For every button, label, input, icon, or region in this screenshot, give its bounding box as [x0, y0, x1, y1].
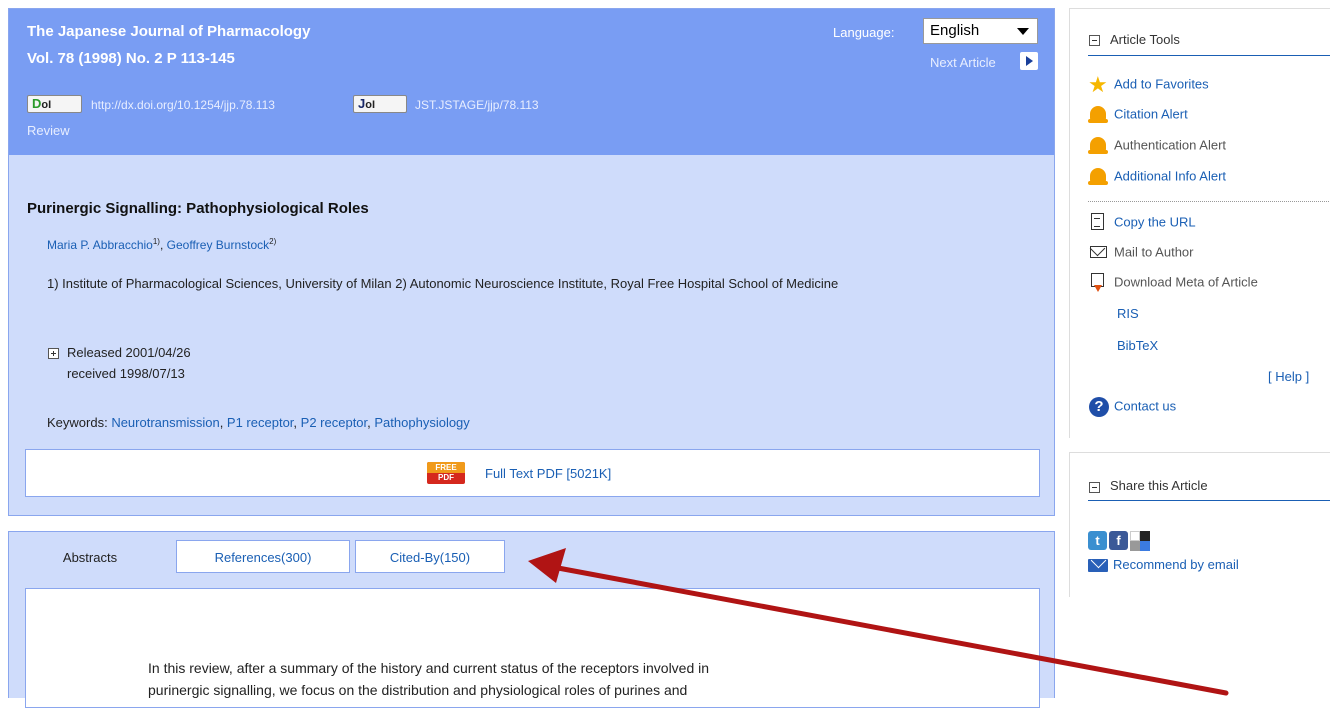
citation-alert-link[interactable]: Citation Alert: [1088, 105, 1188, 125]
collapse-minus-icon[interactable]: [1089, 482, 1100, 493]
facebook-icon[interactable]: f: [1109, 531, 1128, 550]
bibtex-link[interactable]: BibTeX: [1117, 338, 1158, 353]
article-type: Review: [27, 123, 70, 138]
tab-abstracts[interactable]: Abstracts: [9, 541, 171, 573]
bell-icon: [1088, 167, 1110, 187]
doi-badge-icon: DoI: [27, 95, 82, 113]
contact-us-label: Contact us: [1114, 398, 1177, 414]
next-article-link[interactable]: Next Article: [930, 55, 996, 70]
article-panel: The Japanese Journal of Pharmacology Vol…: [8, 8, 1055, 516]
author-affiliation-ref: 1): [152, 237, 160, 246]
download-icon: [1088, 273, 1110, 293]
jol-badge-suffix: oI: [365, 99, 376, 111]
keywords-label: Keywords:: [47, 415, 112, 430]
tab-cited-by[interactable]: Cited-By(150): [355, 540, 505, 573]
contact-us-link[interactable]: ? Contact us: [1088, 397, 1176, 417]
delicious-icon[interactable]: [1130, 531, 1150, 551]
doi-link[interactable]: http://dx.doi.org/10.1254/jjp.78.113: [91, 98, 275, 112]
authentication-alert-link[interactable]: Authentication Alert: [1088, 136, 1226, 156]
doi-badge-suffix: oI: [41, 99, 52, 111]
additional-info-alert-link[interactable]: Additional Info Alert: [1088, 167, 1226, 187]
keywords: Keywords: Neurotransmission, P1 receptor…: [47, 415, 470, 430]
bell-icon: [1088, 105, 1110, 125]
chevron-down-icon: [1017, 28, 1029, 35]
add-favorites-label: Add to Favorites: [1114, 76, 1209, 92]
jol-link[interactable]: JST.JSTAGE/jjp/78.113: [415, 98, 539, 112]
keyword-link[interactable]: P2 receptor: [301, 415, 368, 430]
document-icon: [1088, 213, 1110, 233]
mail-author-link[interactable]: Mail to Author: [1088, 243, 1194, 263]
doi-badge-prefix: D: [32, 96, 42, 111]
add-favorites-link[interactable]: ★ Add to Favorites: [1088, 72, 1209, 97]
next-arrow-icon[interactable]: [1020, 52, 1038, 70]
full-text-pdf-link[interactable]: Full Text PDF [5021K]: [485, 466, 611, 481]
article-title: Purinergic Signalling: Pathophysiologica…: [27, 200, 369, 217]
affiliations: 1) Institute of Pharmacological Sciences…: [47, 276, 839, 291]
social-icons: tf: [1088, 531, 1152, 551]
keyword-link[interactable]: P1 receptor: [227, 415, 294, 430]
mail-author-label: Mail to Author: [1114, 244, 1194, 260]
author-link[interactable]: Maria P. Abbracchio: [47, 238, 153, 252]
language-select[interactable]: English: [923, 18, 1038, 44]
free-pdf-icon-top: FREE: [427, 462, 465, 473]
jol-badge-icon: JoI: [353, 95, 407, 113]
free-pdf-icon[interactable]: FREE PDF: [427, 462, 465, 484]
released-date: Released 2001/04/26: [67, 345, 191, 360]
divider: [1088, 201, 1330, 202]
share-title: Share this Article: [1110, 478, 1208, 493]
share-article-box: Share this Article tf Recommend by email: [1069, 452, 1330, 597]
recommend-label: Recommend by email: [1113, 557, 1239, 572]
language-value: English: [930, 22, 980, 39]
collapse-minus-icon[interactable]: [1089, 35, 1100, 46]
author-link[interactable]: Geoffrey Burnstock: [167, 238, 270, 252]
expand-plus-icon[interactable]: [48, 348, 59, 359]
article-tools-title: Article Tools: [1110, 32, 1180, 47]
additional-info-alert-label: Additional Info Alert: [1114, 168, 1227, 184]
authentication-alert-label: Authentication Alert: [1114, 137, 1227, 153]
volume-info[interactable]: Vol. 78 (1998) No. 2 P 113-145: [27, 50, 235, 67]
copy-url-link[interactable]: Copy the URL: [1088, 213, 1196, 233]
abstract-line: In this review, after a summary of the h…: [148, 660, 710, 676]
envelope-icon: [1088, 559, 1108, 573]
citation-alert-label: Citation Alert: [1114, 106, 1188, 122]
journal-header: The Japanese Journal of Pharmacology Vol…: [9, 9, 1054, 155]
abstract-text: In this review, after a summary of the h…: [148, 657, 848, 701]
download-meta-link[interactable]: Download Meta of Article: [1088, 273, 1258, 293]
free-pdf-icon-bottom: PDF: [438, 473, 454, 482]
mail-icon: [1088, 243, 1110, 263]
author-affiliation-ref: 2): [269, 237, 277, 246]
star-icon: ★: [1088, 72, 1108, 97]
language-label: Language:: [833, 25, 895, 40]
share-header[interactable]: Share this Article: [1070, 453, 1330, 499]
keyword-link[interactable]: Neurotransmission: [111, 415, 219, 430]
bell-icon: [1088, 136, 1110, 156]
divider: [1088, 55, 1330, 56]
received-date: received 1998/07/13: [67, 366, 185, 381]
author-list: Maria P. Abbracchio1), Geoffrey Burnstoc…: [47, 237, 276, 252]
tab-references[interactable]: References(300): [176, 540, 350, 573]
copy-url-label: Copy the URL: [1114, 214, 1196, 230]
divider: [1088, 500, 1330, 501]
help-circle-icon: ?: [1088, 397, 1110, 417]
journal-name[interactable]: The Japanese Journal of Pharmacology: [27, 23, 310, 40]
twitter-icon[interactable]: t: [1088, 531, 1107, 550]
full-text-box: FREE PDF Full Text PDF [5021K]: [25, 449, 1040, 497]
article-tools-header[interactable]: Article Tools: [1070, 9, 1330, 55]
download-meta-label: Download Meta of Article: [1114, 274, 1258, 290]
ris-link[interactable]: RIS: [1117, 306, 1139, 321]
help-link[interactable]: [ Help ]: [1268, 369, 1309, 384]
article-tools-box: Article Tools ★ Add to Favorites Citation…: [1069, 8, 1330, 438]
keyword-link[interactable]: Pathophysiology: [374, 415, 469, 430]
recommend-email-link[interactable]: Recommend by email: [1088, 557, 1239, 573]
author-separator: ,: [159, 238, 167, 252]
